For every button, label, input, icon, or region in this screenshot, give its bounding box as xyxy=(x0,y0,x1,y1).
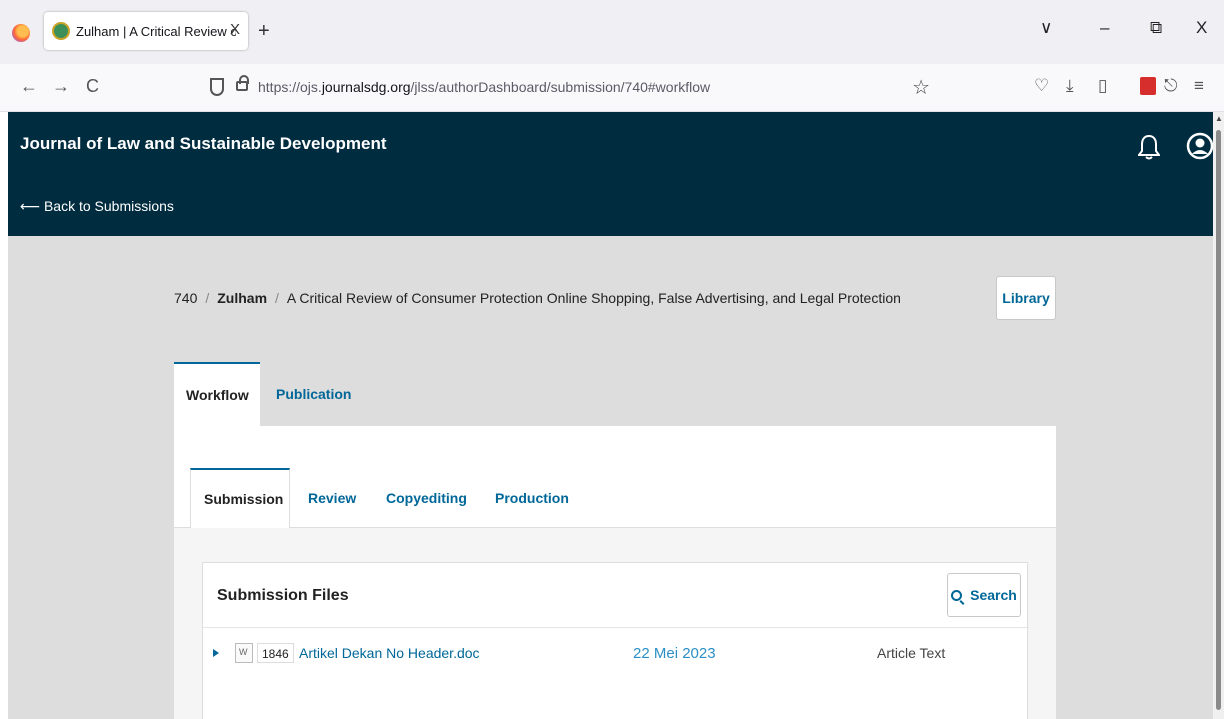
menu-icon[interactable]: ≡ xyxy=(1194,76,1204,96)
back-button[interactable]: ← xyxy=(20,76,38,97)
workflow-panel: Submission Review Copyediting Production… xyxy=(174,426,1056,719)
search-button[interactable]: Search xyxy=(947,573,1021,617)
tab-list-button[interactable]: ∨ xyxy=(1040,18,1052,38)
new-tab-button[interactable]: + xyxy=(258,20,270,43)
site-favicon-icon xyxy=(52,22,70,40)
tab-title: Zulham | A Critical Review of C xyxy=(76,23,236,39)
site-header: Journal of Law and Sustainable Developme… xyxy=(8,112,1214,236)
share-icon[interactable]: ⎋ xyxy=(1164,76,1177,96)
tab-workflow[interactable]: Workflow xyxy=(174,362,260,426)
browser-nav-bar: ← → C https://ojs.journalsdg.org/jlss/au… xyxy=(0,64,1224,112)
scroll-up-icon[interactable]: ▲ xyxy=(1215,114,1223,123)
search-label: Search xyxy=(970,587,1017,603)
page-body: 740/Zulham / A Critical Review of Consumer… xyxy=(8,236,1213,719)
submission-id: 740 xyxy=(174,290,198,306)
library-button[interactable]: Library xyxy=(996,276,1056,320)
stage-tabs: Submission Review Copyediting Production xyxy=(174,426,1056,528)
stage-content: Submission Files Search 1846 Artikel Dek… xyxy=(174,528,1056,719)
browser-tab-bar: Zulham | A Critical Review of C X + ∨ – … xyxy=(0,0,1224,64)
tab-production[interactable]: Production xyxy=(495,468,569,528)
submission-files-panel: Submission Files Search 1846 Artikel Dek… xyxy=(202,562,1029,719)
file-type: Article Text xyxy=(877,645,946,661)
firefox-icon[interactable] xyxy=(12,24,30,42)
pdf-extension-icon[interactable] xyxy=(1140,77,1156,95)
tab-publication[interactable]: Publication xyxy=(264,362,363,426)
scroll-thumb[interactable] xyxy=(1216,130,1221,710)
download-icon[interactable]: ⤓ xyxy=(1066,76,1074,96)
tab-copyediting[interactable]: Copyediting xyxy=(386,468,467,528)
page-scrollbar[interactable]: ▲ xyxy=(1213,112,1224,719)
reload-button[interactable]: C xyxy=(86,76,99,97)
url-text[interactable]: https://ojs.journalsdg.org/jlss/authorDa… xyxy=(258,79,710,95)
tab-close-icon[interactable]: X xyxy=(230,21,240,38)
table-row: 1846 Artikel Dekan No Header.doc 22 Mei … xyxy=(203,627,1029,687)
lock-icon[interactable] xyxy=(236,75,249,91)
word-document-icon xyxy=(235,643,253,663)
tab-review[interactable]: Review xyxy=(308,468,356,528)
bell-icon[interactable] xyxy=(1138,134,1160,160)
tracking-shield-icon[interactable] xyxy=(210,78,224,96)
restore-button[interactable]: ⧉ xyxy=(1150,18,1162,38)
submission-author: Zulham xyxy=(217,290,268,306)
minimize-button[interactable]: – xyxy=(1100,18,1109,38)
reader-icon[interactable]: ▯ xyxy=(1098,76,1107,96)
bookmark-star-icon[interactable]: ☆ xyxy=(912,75,930,100)
journal-title[interactable]: Journal of Law and Sustainable Developme… xyxy=(20,134,387,154)
file-name-link[interactable]: Artikel Dekan No Header.doc xyxy=(299,645,480,661)
browser-tab-active[interactable]: Zulham | A Critical Review of C X xyxy=(44,12,248,50)
file-id-badge: 1846 xyxy=(257,643,294,663)
breadcrumb: 740/Zulham / A Critical Review of Consumer… xyxy=(174,290,901,306)
forward-button[interactable]: → xyxy=(52,76,70,97)
submission-title: A Critical Review of Consumer Protection… xyxy=(286,290,901,306)
search-icon xyxy=(951,589,963,601)
submission-files-title: Submission Files xyxy=(217,587,349,604)
file-date: 22 Mei 2023 xyxy=(633,645,716,662)
pocket-icon[interactable]: ♡ xyxy=(1034,76,1049,96)
back-to-submissions-link[interactable]: ⟵ Back to Submissions xyxy=(20,198,174,215)
url-bar[interactable]: https://ojs.journalsdg.org/jlss/authorDa… xyxy=(200,71,940,105)
tab-submission[interactable]: Submission xyxy=(190,468,290,528)
expand-row-icon[interactable] xyxy=(213,649,219,657)
close-window-button[interactable]: X xyxy=(1196,18,1207,38)
user-icon[interactable] xyxy=(1186,132,1214,160)
